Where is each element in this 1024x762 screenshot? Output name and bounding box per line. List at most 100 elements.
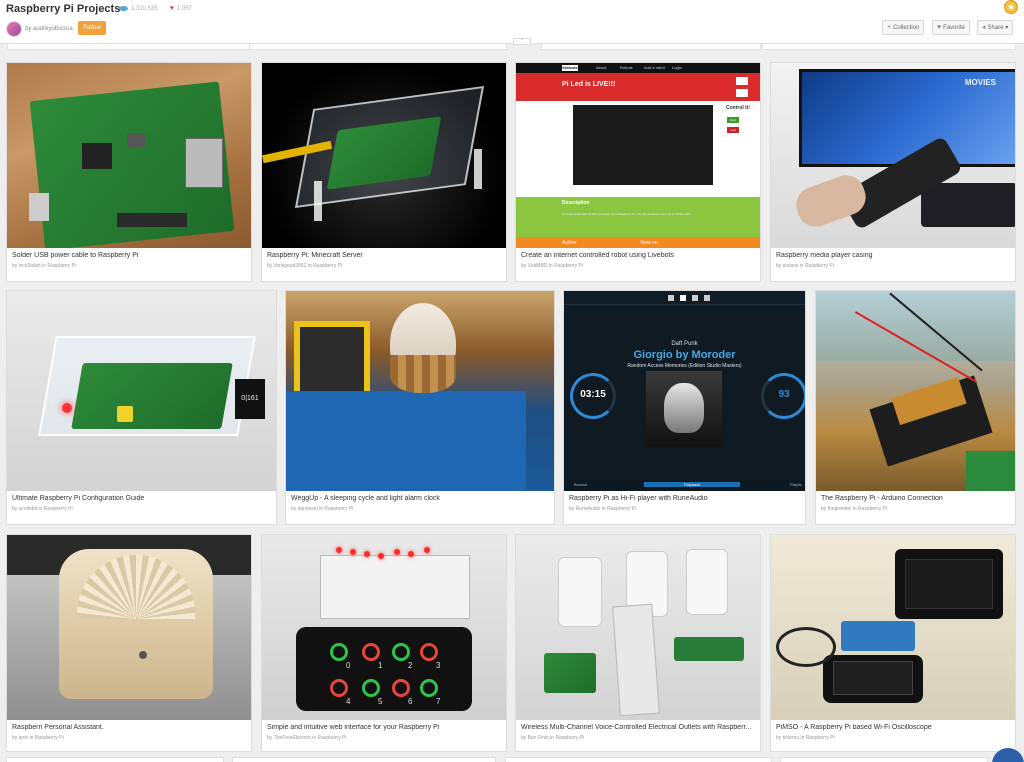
project-thumbnail[interactable]	[816, 291, 1015, 491]
project-category[interactable]: Raspberry Pi	[318, 735, 347, 741]
project-title[interactable]: Raspberry Pi: Minecraft Server	[267, 252, 503, 259]
project-card[interactable]: Wireless Multi-Channel Voice-Controlled …	[515, 534, 761, 752]
helmet-art	[664, 383, 704, 433]
next-icon[interactable]	[704, 295, 710, 301]
tab-browse[interactable]: Browse	[574, 482, 587, 487]
partial-card[interactable]	[232, 757, 496, 762]
tab-playlist[interactable]: Playlis	[790, 482, 802, 487]
share-button[interactable]: ◂ Share ▾	[977, 20, 1014, 35]
partial-card[interactable]	[780, 757, 988, 762]
project-title[interactable]: Raspberry Pi as Hi-Fi player with RuneAu…	[569, 495, 801, 502]
livebots-nav-robots[interactable]: Robots	[620, 65, 633, 70]
livebots-nav-about[interactable]: About	[596, 65, 606, 70]
project-category[interactable]: Raspberry Pi	[554, 263, 583, 269]
project-thumbnail[interactable]	[516, 535, 760, 720]
livebots-off-button[interactable]: Led	[727, 127, 739, 133]
stop-icon[interactable]	[692, 295, 698, 301]
project-title[interactable]: The Raspberry Pi - Arduino Connection	[821, 495, 1013, 502]
project-author[interactable]: TheFreeElectron	[274, 735, 311, 741]
project-card[interactable]: Raspberri Personal Assistant. by jane in…	[6, 534, 252, 752]
tab-playback[interactable]: Playback	[644, 482, 741, 487]
project-card[interactable]: 0 1 2 3 4 5 6 7 Simple and intuitive web…	[261, 534, 507, 752]
in-word: in	[38, 506, 43, 512]
partial-card[interactable]	[505, 757, 772, 762]
project-title[interactable]: Ultimate Raspberry Pi Configuration Guid…	[12, 495, 272, 502]
project-title[interactable]: PiMSO - A Raspberry Pi based Wi-Fi Oscil…	[776, 724, 1012, 731]
livebots-on-button[interactable]: Red	[727, 117, 739, 123]
project-card[interactable]: 0|161 Ultimate Raspberry Pi Configuratio…	[6, 290, 277, 525]
avatar[interactable]	[6, 21, 22, 37]
project-title[interactable]: Raspberry media player casing	[776, 252, 1012, 259]
pause-icon[interactable]	[680, 295, 686, 301]
project-thumbnail[interactable]	[7, 63, 251, 248]
add-to-collection-button[interactable]: + Collection	[882, 20, 925, 35]
favorite-button[interactable]: ♥ Favorite	[932, 20, 970, 35]
project-author[interactable]: ivch3isiah	[19, 263, 41, 269]
project-author[interactable]: jane	[19, 735, 28, 741]
project-author[interactable]: Ben Finio	[528, 735, 549, 741]
in-word: in	[800, 735, 805, 741]
project-category[interactable]: Raspberry Pi	[555, 735, 584, 741]
project-thumbnail[interactable]	[286, 291, 554, 491]
project-meta: by Ben Finio in Raspberry Pi	[521, 735, 585, 741]
author-byline[interactable]: by audreyobscura	[25, 26, 73, 32]
project-author[interactable]: RuneAudio	[576, 506, 601, 512]
tv-screen-text: MOVIES	[964, 78, 996, 87]
project-card[interactable]: PiMSO - A Raspberry Pi based Wi-Fi Oscil…	[770, 534, 1016, 752]
project-card[interactable]: Daft Punk Giorgio by Moroder Random Acce…	[563, 290, 806, 525]
project-card[interactable]: WeggUp - A sleeping cycle and light alar…	[285, 290, 555, 525]
project-card[interactable]: The Raspberry Pi - Arduino Connection by…	[815, 290, 1016, 525]
livebots-nav-add[interactable]: Add a robot	[644, 65, 665, 70]
project-category[interactable]: Raspberry Pi	[806, 735, 835, 741]
project-thumbnail[interactable]: 0|161	[7, 291, 276, 491]
project-author[interactable]: scottsbtl	[19, 506, 37, 512]
livebots-control-title: Control it!	[726, 105, 750, 111]
track-title: Giorgio by Moroder	[633, 349, 736, 361]
project-card[interactable]: MOVIES Raspberry media player casing by …	[770, 62, 1016, 282]
project-author[interactable]: thegrendel	[828, 506, 852, 512]
project-title[interactable]: Raspberri Personal Assistant.	[12, 724, 248, 731]
project-category[interactable]: Raspberry Pi	[607, 506, 636, 512]
project-thumbnail[interactable]: MOVIES	[771, 63, 1015, 248]
project-thumbnail[interactable]	[771, 535, 1015, 720]
project-author[interactable]: chrisgoud3862	[274, 263, 307, 269]
project-category[interactable]: Raspberry Pi	[805, 263, 834, 269]
track-album: Random Access Memories (Edition Studio M…	[627, 363, 742, 369]
project-card[interactable]: livebots About Robots Add a robot Login …	[515, 62, 761, 282]
project-title[interactable]: WeggUp - A sleeping cycle and light alar…	[291, 495, 551, 502]
project-thumbnail[interactable]	[262, 63, 506, 248]
relay-number: 3	[436, 661, 441, 670]
project-card[interactable]: Solder USB power cable to Raspberry Pi b…	[6, 62, 252, 282]
project-category[interactable]: Raspberry Pi	[858, 506, 887, 512]
project-card[interactable]: Raspberry Pi: Minecraft Server by chrisg…	[261, 62, 507, 282]
project-thumbnail[interactable]: livebots About Robots Add a robot Login …	[516, 63, 760, 248]
project-category[interactable]: Raspberry Pi	[47, 263, 76, 269]
badge-icon[interactable]: ★	[1004, 0, 1018, 14]
project-title[interactable]: Solder USB power cable to Raspberry Pi	[12, 252, 248, 259]
follow-button[interactable]: Follow	[78, 21, 106, 35]
in-word: in	[29, 735, 34, 741]
project-thumbnail[interactable]: 0 1 2 3 4 5 6 7	[262, 535, 506, 720]
project-author[interactable]: anweis	[783, 263, 799, 269]
project-thumbnail[interactable]: Daft Punk Giorgio by Moroder Random Acce…	[564, 291, 805, 491]
livebots-nav-login[interactable]: Login	[672, 65, 682, 70]
project-author[interactable]: XiotMBD	[528, 263, 548, 269]
project-title[interactable]: Create an internet controlled robot usin…	[521, 252, 757, 259]
livebots-description: A simple robot with a LED controlled by …	[562, 212, 692, 216]
project-author[interactable]: tinkrma	[783, 735, 799, 741]
project-category[interactable]: Raspberry Pi	[35, 735, 64, 741]
project-title[interactable]: Simple and intuitive web interface for y…	[267, 724, 503, 731]
page-title: Raspberry Pi Projects	[6, 3, 121, 15]
partial-card[interactable]	[6, 757, 224, 762]
volume-value: 93	[778, 389, 790, 400]
project-category[interactable]: Raspberry Pi	[44, 506, 73, 512]
project-meta: by ivch3isiah in Raspberry Pi	[12, 263, 77, 269]
previous-icon[interactable]	[668, 295, 674, 301]
project-title[interactable]: Wireless Multi-Channel Voice-Controlled …	[521, 724, 757, 731]
in-word: in	[307, 263, 312, 269]
project-category[interactable]: Raspberry Pi	[313, 263, 342, 269]
project-author[interactable]: darwasel	[298, 506, 318, 512]
collapse-header-toggle[interactable]: ^	[513, 38, 531, 45]
project-category[interactable]: Raspberry Pi	[324, 506, 353, 512]
project-thumbnail[interactable]	[7, 535, 251, 720]
